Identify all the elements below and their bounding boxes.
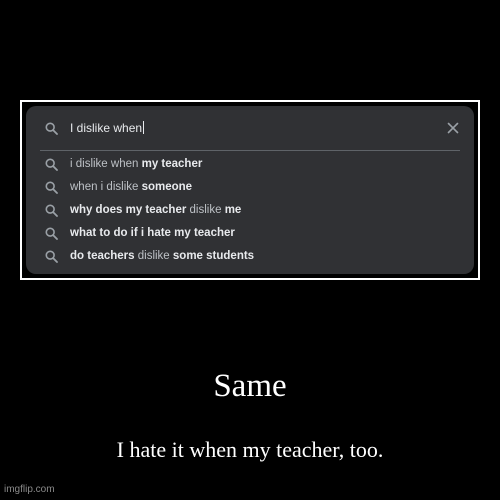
- clear-search-button[interactable]: [444, 119, 462, 137]
- search-icon: [45, 204, 58, 217]
- search-icon: [45, 122, 58, 135]
- suggestion-bold-part: what to do if i hate my teacher: [70, 227, 235, 239]
- demotivational-poster: I dislike when i dislike when my teacher…: [0, 0, 500, 500]
- suggestion-plain-part: when i dislike: [70, 181, 142, 193]
- search-icon: [45, 158, 58, 171]
- suggestion-list: i dislike when my teacher when i dislike …: [26, 153, 474, 268]
- suggestion-bold-part: why does my teacher: [70, 204, 190, 216]
- suggestion-bold-part: my teacher: [141, 158, 203, 170]
- search-query-text: I dislike when: [70, 121, 143, 135]
- suggestion-bold-part: me: [224, 204, 242, 216]
- suggestion-bold-part: do teachers: [70, 250, 138, 262]
- caption-title: Same: [213, 368, 287, 404]
- suggestion-bold-part: someone: [141, 181, 193, 193]
- search-divider: [40, 150, 460, 151]
- suggestion-text: why does my teacher dislike me: [70, 203, 241, 217]
- search-input[interactable]: I dislike when: [70, 121, 145, 135]
- search-icon: [45, 227, 58, 240]
- suggestion-text: i dislike when my teacher: [70, 157, 202, 171]
- search-bar[interactable]: I dislike when: [26, 106, 474, 150]
- suggestion-item[interactable]: do teachers dislike some students: [26, 245, 474, 268]
- close-icon: [444, 122, 462, 141]
- suggestion-item[interactable]: what to do if i hate my teacher: [26, 222, 474, 245]
- suggestion-text: what to do if i hate my teacher: [70, 226, 235, 240]
- text-caret: [143, 121, 145, 134]
- suggestion-item[interactable]: i dislike when my teacher: [26, 153, 474, 176]
- suggestion-plain-part: dislike: [189, 204, 225, 216]
- suggestion-item[interactable]: when i dislike someone: [26, 176, 474, 199]
- suggestion-item[interactable]: why does my teacher dislike me: [26, 199, 474, 222]
- search-icon: [45, 250, 58, 263]
- suggestion-bold-part: some students: [172, 250, 255, 262]
- suggestion-text: when i dislike someone: [70, 180, 192, 194]
- suggestion-text: do teachers dislike some students: [70, 249, 254, 263]
- suggestion-plain-part: i dislike when: [70, 158, 142, 170]
- image-frame: I dislike when i dislike when my teacher…: [20, 100, 480, 280]
- caption-subtitle: I hate it when my teacher, too.: [116, 437, 384, 462]
- suggestion-plain-part: dislike: [137, 250, 173, 262]
- watermark: imgflip.com: [4, 484, 55, 495]
- search-panel: I dislike when i dislike when my teacher…: [26, 106, 474, 274]
- search-icon: [45, 181, 58, 194]
